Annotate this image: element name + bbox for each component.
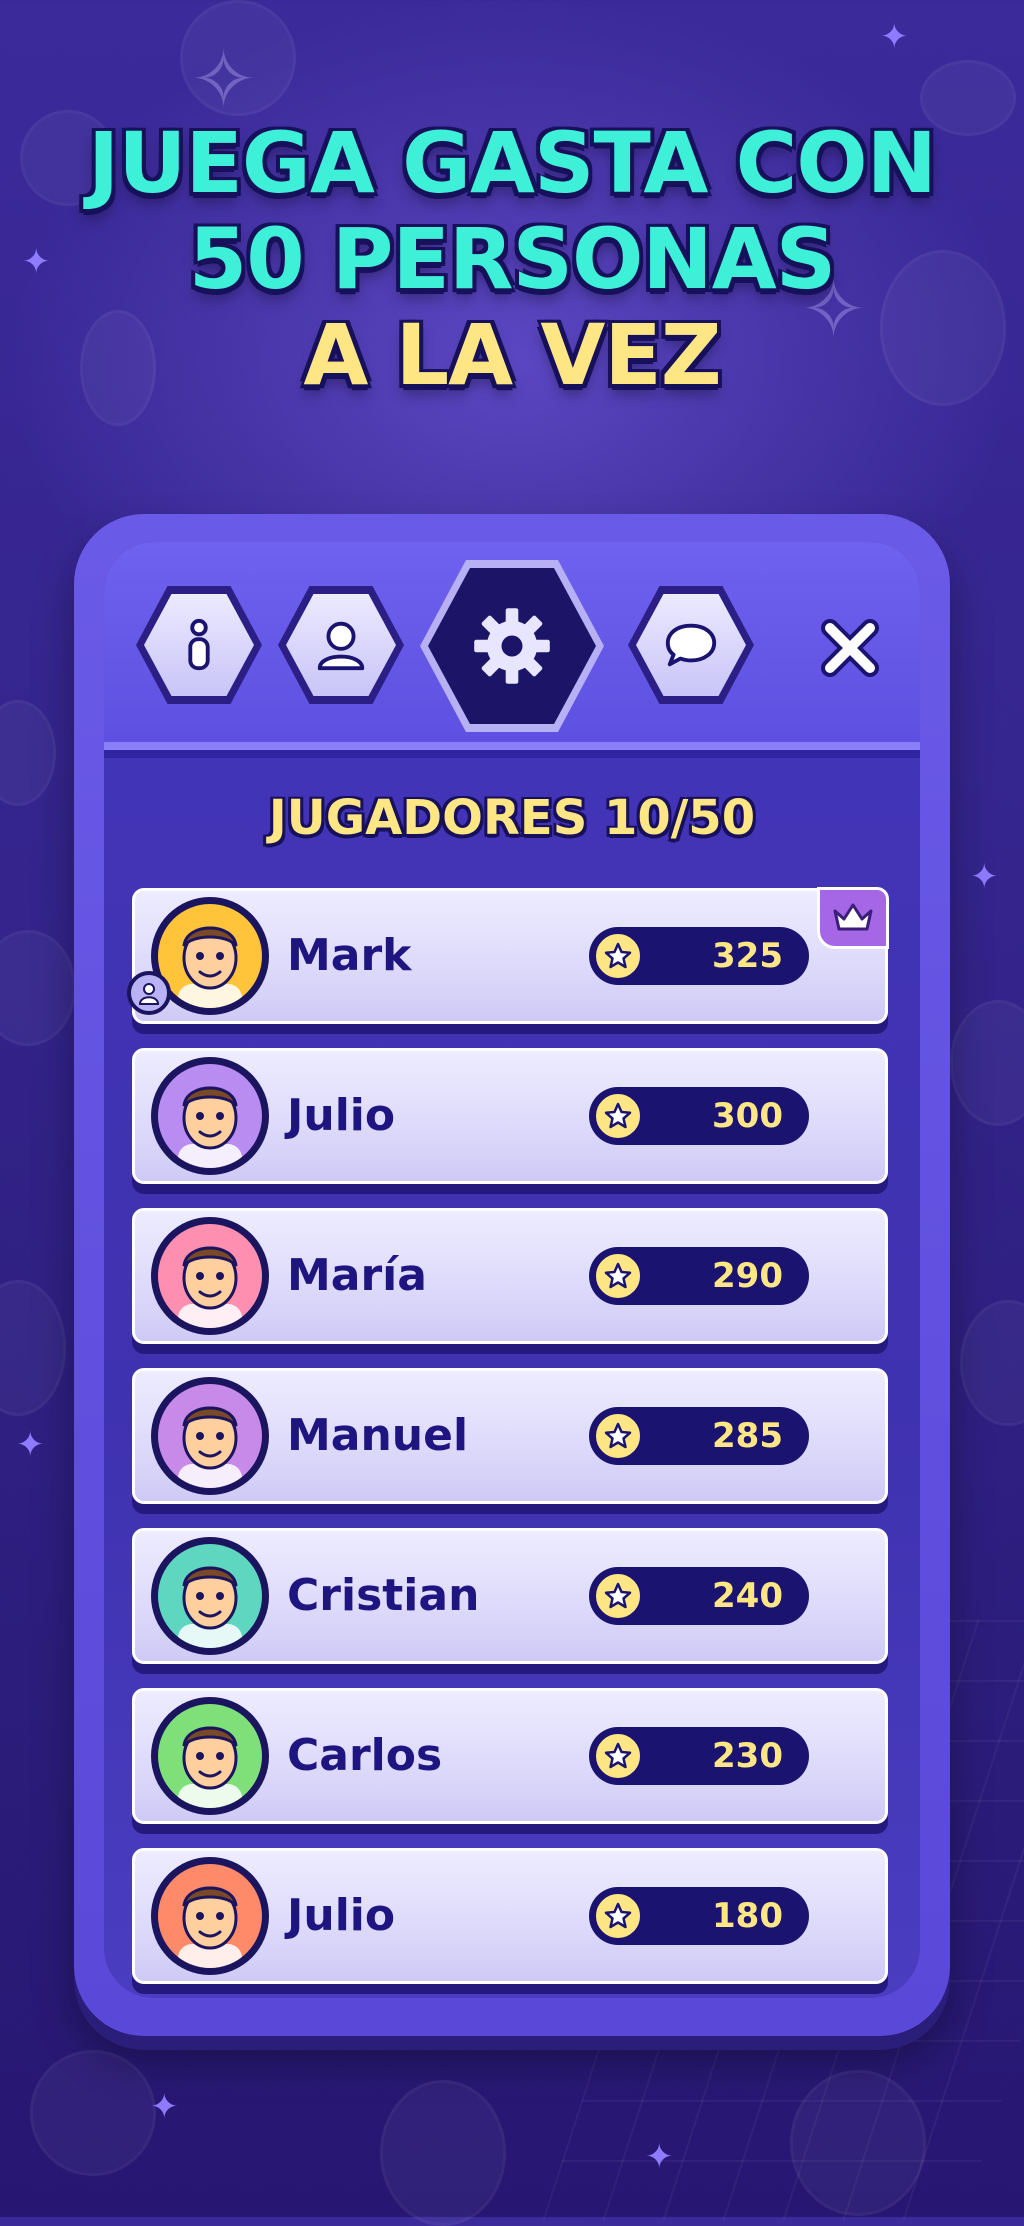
- player-row[interactable]: Manuel 285: [132, 1368, 888, 1504]
- player-score: 240: [712, 1576, 783, 1616]
- player-score: 290: [712, 1256, 783, 1296]
- score-pill: 240: [589, 1567, 809, 1625]
- player-score: 285: [712, 1416, 783, 1456]
- player-name: María: [287, 1250, 427, 1301]
- close-button[interactable]: [810, 608, 890, 688]
- star-icon: [593, 1731, 643, 1781]
- player-avatar: [151, 1057, 269, 1175]
- sparkle-icon: ✦: [645, 2137, 674, 2177]
- user-icon: [317, 621, 365, 671]
- headline-line-1: JUEGA GASTA CON: [88, 114, 937, 212]
- star-icon: [593, 1091, 643, 1141]
- player-avatar: [151, 1377, 269, 1495]
- background-coin: [30, 2050, 156, 2176]
- chat-bubble-icon: [665, 623, 717, 667]
- players-count-title: JUGADORES 10/50: [268, 790, 756, 846]
- player-row[interactable]: Julio 300: [132, 1048, 888, 1184]
- sparkle-icon: ✦: [150, 2087, 179, 2127]
- headline-line-2: 50 PERSONAS: [188, 210, 836, 308]
- background-coin: [0, 700, 56, 806]
- score-pill: 285: [589, 1407, 809, 1465]
- player-avatar: [151, 1697, 269, 1815]
- score-pill: 300: [589, 1087, 809, 1145]
- player-name: Cristian: [287, 1570, 480, 1621]
- player-score: 325: [712, 936, 783, 976]
- player-row[interactable]: Mark 325: [127, 887, 889, 1024]
- player-score: 180: [712, 1896, 783, 1936]
- star-icon: [593, 1891, 643, 1941]
- info-icon: [188, 618, 210, 671]
- score-pill: 290: [589, 1247, 809, 1305]
- background-coin: [380, 2080, 506, 2226]
- player-name: Mark: [287, 930, 412, 981]
- star-icon: [593, 1411, 643, 1461]
- player-name: Carlos: [287, 1730, 443, 1781]
- score-pill: 180: [589, 1887, 809, 1945]
- background-coin: [950, 1000, 1024, 1126]
- crown-icon: [817, 887, 889, 949]
- star-icon: [593, 1571, 643, 1621]
- star-icon: [593, 1251, 643, 1301]
- sparkle-icon: ✦: [970, 857, 999, 897]
- player-avatar: [151, 1857, 269, 1975]
- player-name: Julio: [287, 1890, 396, 1941]
- sparkle-icon: ✦: [16, 1425, 45, 1465]
- player-row[interactable]: Carlos 230: [132, 1688, 888, 1824]
- background-coin: [960, 1300, 1024, 1426]
- background-coin: [0, 1280, 66, 1416]
- player-avatar: [151, 1537, 269, 1655]
- player-row[interactable]: Cristian 240: [132, 1528, 888, 1664]
- host-user-icon: [127, 971, 171, 1015]
- headline-line-3: A LA VEZ: [303, 306, 721, 404]
- score-pill: 230: [589, 1727, 809, 1785]
- star-icon: [593, 931, 643, 981]
- sparkle-icon: ✦: [880, 17, 909, 57]
- player-name: Manuel: [287, 1410, 469, 1461]
- player-name: Julio: [287, 1090, 396, 1141]
- gear-icon: [474, 608, 550, 684]
- player-score: 230: [712, 1736, 783, 1776]
- player-row[interactable]: Julio 180: [132, 1848, 888, 1984]
- headline: JUEGA GASTA CON 50 PERSONAS A LA VEZ: [0, 115, 1024, 403]
- player-avatar: [151, 1217, 269, 1335]
- sparkle-icon: ✧: [190, 33, 258, 126]
- player-row[interactable]: María 290: [132, 1208, 888, 1344]
- player-score: 300: [712, 1096, 783, 1136]
- background-coin: [0, 930, 76, 1046]
- score-pill: 325: [589, 927, 809, 985]
- close-icon: [821, 619, 879, 677]
